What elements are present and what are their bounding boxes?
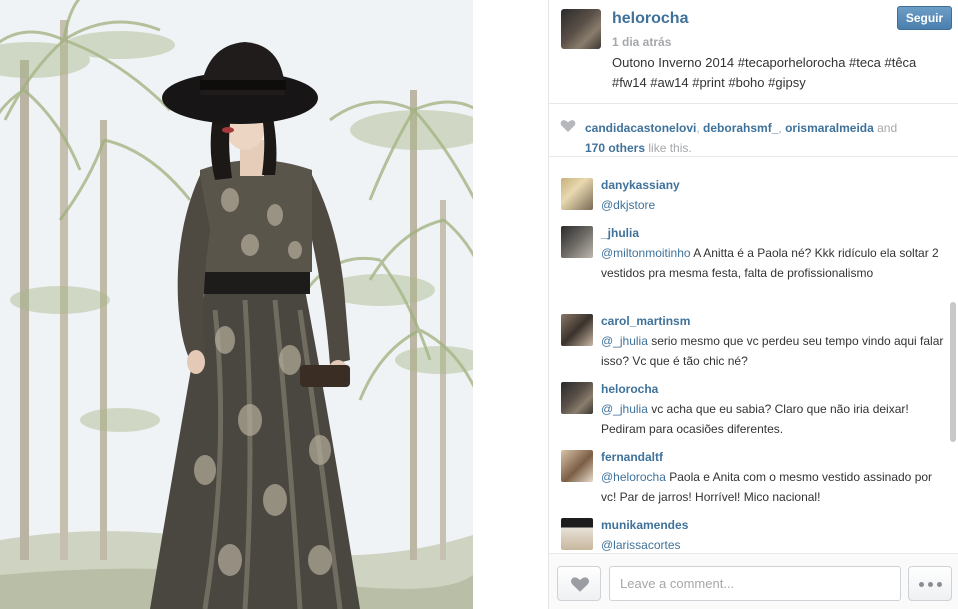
comment-mention[interactable]: @_jhulia — [601, 402, 648, 416]
commenter-avatar[interactable] — [561, 226, 593, 258]
comment-text: @dkjstore — [601, 195, 944, 215]
post-photo[interactable] — [0, 0, 548, 609]
comment-text: @miltonmoitinho A Anitta é a Paola né? K… — [601, 243, 944, 283]
comment-username[interactable]: munikamendes — [601, 518, 688, 532]
photo-margin — [473, 0, 548, 609]
comment-mention[interactable]: @larissacortes — [601, 538, 681, 552]
owner-username[interactable]: helorocha — [612, 10, 688, 28]
commenter-avatar[interactable] — [561, 314, 593, 346]
like-button[interactable] — [557, 566, 601, 601]
likes-section: candidacastonelovi, deborahsmf_, orismar… — [549, 105, 958, 157]
comment-bar — [549, 553, 958, 609]
follow-button[interactable]: Seguir — [897, 6, 952, 30]
comment-input[interactable] — [609, 566, 901, 601]
comment-username[interactable]: _jhulia — [601, 226, 639, 240]
post-caption: Outono Inverno 2014 #tecaporhelorocha #t… — [612, 55, 917, 90]
post-details-panel: helorocha Seguir 1 dia atrás Outono Inve… — [548, 0, 958, 609]
post-header: helorocha Seguir 1 dia atrás Outono Inve… — [549, 0, 958, 104]
photo-image — [0, 0, 473, 609]
commenter-avatar[interactable] — [561, 382, 593, 414]
comments-scrollbar[interactable] — [948, 162, 957, 552]
liker-link[interactable]: orismaralmeida — [785, 121, 874, 135]
comment-username[interactable]: danykassiany — [601, 178, 680, 192]
ellipsis-icon — [937, 582, 942, 587]
commenter-avatar[interactable] — [561, 450, 593, 482]
comment-mention[interactable]: @dkjstore — [601, 198, 655, 212]
comment-username[interactable]: carol_martinsm — [601, 314, 690, 328]
commenter-avatar[interactable] — [561, 178, 593, 210]
comment-text: @helorocha Paola e Anita com o mesmo ves… — [601, 467, 944, 507]
likes-and: and — [873, 121, 898, 135]
comment-mention[interactable]: @miltonmoitinho — [601, 246, 691, 260]
liker-link[interactable]: deborahsmf_ — [703, 121, 778, 135]
likes-summary: candidacastonelovi, deborahsmf_, orismar… — [585, 118, 945, 158]
comment-mention[interactable]: @helorocha — [601, 470, 666, 484]
ellipsis-icon — [919, 582, 924, 587]
comment-text: @_jhulia vc acha que eu sabia? Claro que… — [601, 399, 944, 439]
liker-link[interactable]: candidacastonelovi — [585, 121, 696, 135]
owner-avatar[interactable] — [561, 9, 601, 49]
heart-icon — [571, 577, 589, 592]
likes-others-link[interactable]: 170 others — [585, 141, 645, 155]
comment-username[interactable]: helorocha — [601, 382, 658, 396]
comment-body: vc acha que eu sabia? Claro que não iria… — [601, 402, 909, 436]
commenter-avatar[interactable] — [561, 518, 593, 550]
comment-username[interactable]: fernandaltf — [601, 450, 663, 464]
more-options-button[interactable] — [908, 566, 952, 601]
comments-list[interactable]: danykassiany @dkjstore _jhulia @miltonmo… — [549, 158, 958, 552]
post-timestamp[interactable]: 1 dia atrás — [612, 35, 671, 49]
comment-text: @larissacortes — [601, 535, 944, 552]
photo-illustration — [0, 0, 473, 609]
comment-text: @_jhulia serio mesmo que vc perdeu seu t… — [601, 331, 944, 371]
scrollbar-thumb[interactable] — [950, 302, 956, 442]
likes-suffix: like this. — [645, 141, 692, 155]
comment-mention[interactable]: @_jhulia — [601, 334, 648, 348]
ellipsis-icon — [928, 582, 933, 587]
heart-icon — [560, 120, 576, 132]
comment-body: serio mesmo que vc perdeu seu tempo vind… — [601, 334, 944, 368]
